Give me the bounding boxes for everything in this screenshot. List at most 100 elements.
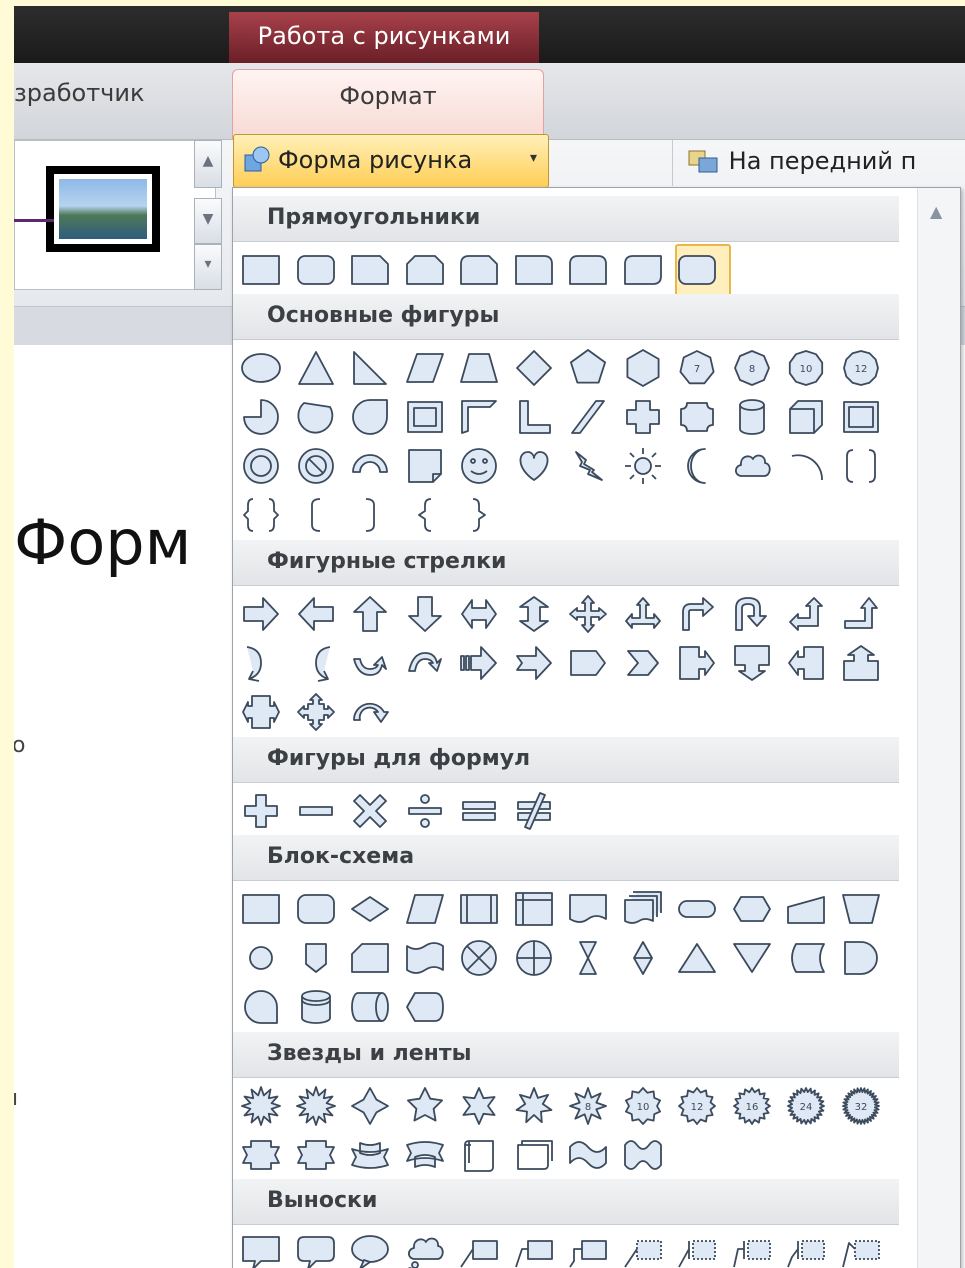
shape-octagon-icon[interactable]: 8 bbox=[730, 346, 774, 390]
shape-curved-right-arrow-icon[interactable] bbox=[239, 641, 283, 685]
shape-round-two-icon[interactable] bbox=[566, 248, 610, 292]
tab-format[interactable]: Формат bbox=[232, 69, 544, 140]
shape-smiley-icon[interactable] bbox=[457, 444, 501, 488]
shape-quad-arrow-icon[interactable] bbox=[566, 592, 610, 636]
shape-wave-icon[interactable] bbox=[566, 1133, 610, 1177]
shape-dodecagon-icon[interactable]: 12 bbox=[839, 346, 883, 390]
shape-l-shape-icon[interactable] bbox=[512, 395, 556, 439]
shape-line-callout-3-icon[interactable] bbox=[566, 1231, 610, 1268]
shape-star-16-icon[interactable]: 16 bbox=[730, 1084, 774, 1128]
shape-up-arrow-icon[interactable] bbox=[348, 592, 392, 636]
shape-cloud-callout-icon[interactable] bbox=[403, 1231, 447, 1268]
shape-brace-pair-icon[interactable] bbox=[239, 493, 283, 537]
shape-up-down-arrow-icon[interactable] bbox=[512, 592, 556, 636]
shape-cloud-icon[interactable] bbox=[730, 444, 774, 488]
shape-sequential-access-icon[interactable] bbox=[239, 985, 283, 1029]
shape-terminator-icon[interactable] bbox=[675, 887, 719, 931]
shape-star-5-icon[interactable] bbox=[403, 1084, 447, 1128]
shape-line-callout-2-icon[interactable] bbox=[512, 1231, 556, 1268]
shape-lightning-icon[interactable] bbox=[566, 444, 610, 488]
shape-moon-icon[interactable] bbox=[675, 444, 719, 488]
shape-double-wave-icon[interactable] bbox=[621, 1133, 665, 1177]
shape-preparation-icon[interactable] bbox=[730, 887, 774, 931]
shape-can-icon[interactable] bbox=[730, 395, 774, 439]
shape-explosion-1-icon[interactable] bbox=[239, 1084, 283, 1128]
shape-circular-arrow-icon[interactable] bbox=[348, 690, 392, 734]
shape-pentagon-arrow-icon[interactable] bbox=[566, 641, 610, 685]
shape-vertical-scroll-icon[interactable] bbox=[457, 1133, 501, 1177]
shape-curved-down-arrow-icon[interactable] bbox=[403, 641, 447, 685]
shape-rt-triangle-icon[interactable] bbox=[348, 346, 392, 390]
shape-u-turn-arrow-icon[interactable] bbox=[730, 592, 774, 636]
gallery-more[interactable]: ▾ bbox=[194, 244, 222, 290]
shape-bracket-pair-icon[interactable] bbox=[839, 444, 883, 488]
shape-parallelogram-icon[interactable] bbox=[403, 346, 447, 390]
shape-line-callout-4-icon[interactable] bbox=[621, 1231, 665, 1268]
shape-not-equal-icon[interactable] bbox=[512, 789, 556, 833]
shape-round-rect-icon[interactable] bbox=[294, 248, 338, 292]
shape-folded-corner-icon[interactable] bbox=[403, 444, 447, 488]
shape-block-arc-icon[interactable] bbox=[348, 444, 392, 488]
shape-sort-icon[interactable] bbox=[621, 936, 665, 980]
shape-card-icon[interactable] bbox=[348, 936, 392, 980]
shape-or-icon[interactable] bbox=[512, 936, 556, 980]
shape-document-icon[interactable] bbox=[566, 887, 610, 931]
shape-border-callout-icon[interactable] bbox=[839, 1231, 883, 1268]
shape-explosion-2-icon[interactable] bbox=[294, 1084, 338, 1128]
gallery-scroll-down[interactable]: ▼ bbox=[194, 198, 222, 244]
shape-donut-icon[interactable] bbox=[239, 444, 283, 488]
bring-to-front-button[interactable]: На передний п bbox=[672, 138, 965, 186]
shape-accent-callout-1-icon[interactable] bbox=[675, 1231, 719, 1268]
shape-ellipse-icon[interactable] bbox=[239, 346, 283, 390]
shape-bent-up-arrow-icon[interactable] bbox=[839, 592, 883, 636]
shape-pentagon-icon[interactable] bbox=[566, 346, 610, 390]
shape-alternate-process-icon[interactable] bbox=[294, 887, 338, 931]
shape-round-rect-callout-icon[interactable] bbox=[294, 1231, 338, 1268]
shape-right-arrow-icon[interactable] bbox=[239, 592, 283, 636]
shape-rect-icon[interactable] bbox=[239, 248, 283, 292]
picture-style-thumbnail[interactable] bbox=[46, 166, 160, 252]
shape-rect-callout-icon[interactable] bbox=[239, 1231, 283, 1268]
shape-hexagon-icon[interactable] bbox=[621, 346, 665, 390]
shape-left-arrow-callout-icon[interactable] bbox=[784, 641, 828, 685]
shape-collate-icon[interactable] bbox=[566, 936, 610, 980]
shape-left-right-up-arrow-icon[interactable] bbox=[621, 592, 665, 636]
shape-chord-icon[interactable] bbox=[294, 395, 338, 439]
shape-multidocument-icon[interactable] bbox=[621, 887, 665, 931]
shape-heptagon-icon[interactable]: 7 bbox=[675, 346, 719, 390]
shape-striped-right-arrow-icon[interactable] bbox=[457, 641, 501, 685]
shape-round-rect-icon[interactable] bbox=[675, 248, 719, 292]
shape-left-brace-icon[interactable] bbox=[403, 493, 447, 537]
shape-star-4-icon[interactable] bbox=[348, 1084, 392, 1128]
shape-magnetic-disk-icon[interactable] bbox=[294, 985, 338, 1029]
shape-manual-operation-icon[interactable] bbox=[839, 887, 883, 931]
tab-developer[interactable]: зработчик bbox=[14, 79, 144, 107]
shape-star-12-icon[interactable]: 12 bbox=[675, 1084, 719, 1128]
shape-left-up-arrow-icon[interactable] bbox=[784, 592, 828, 636]
shape-down-arrow-icon[interactable] bbox=[403, 592, 447, 636]
shape-process-icon[interactable] bbox=[239, 887, 283, 931]
shape-cube-icon[interactable] bbox=[784, 395, 828, 439]
shape-direct-access-icon[interactable] bbox=[348, 985, 392, 1029]
shape-decision-icon[interactable] bbox=[348, 887, 392, 931]
shape-no-symbol-icon[interactable] bbox=[294, 444, 338, 488]
shape-triangle-icon[interactable] bbox=[294, 346, 338, 390]
shape-star-10-icon[interactable]: 10 bbox=[621, 1084, 665, 1128]
shape-sun-icon[interactable] bbox=[621, 444, 665, 488]
shape-summing-junction-icon[interactable] bbox=[457, 936, 501, 980]
shape-predefined-process-icon[interactable] bbox=[457, 887, 501, 931]
picture-shape-button[interactable]: Форма рисунка ▾ bbox=[233, 134, 549, 188]
shape-accent-callout-2-icon[interactable] bbox=[730, 1231, 774, 1268]
shape-star-7-icon[interactable] bbox=[512, 1084, 556, 1128]
shape-curved-left-arrow-icon[interactable] bbox=[294, 641, 338, 685]
shape-cross-icon[interactable] bbox=[621, 395, 665, 439]
shape-display-icon[interactable] bbox=[403, 985, 447, 1029]
shape-notched-right-arrow-icon[interactable] bbox=[512, 641, 556, 685]
shape-bevel-icon[interactable] bbox=[839, 395, 883, 439]
shape-left-bracket-icon[interactable] bbox=[294, 493, 338, 537]
shape-left-right-arrow-callout-icon[interactable] bbox=[239, 690, 283, 734]
shape-manual-input-icon[interactable] bbox=[784, 887, 828, 931]
shape-extract-icon[interactable] bbox=[675, 936, 719, 980]
shape-chevron-icon[interactable] bbox=[621, 641, 665, 685]
shape-merge-icon[interactable] bbox=[730, 936, 774, 980]
